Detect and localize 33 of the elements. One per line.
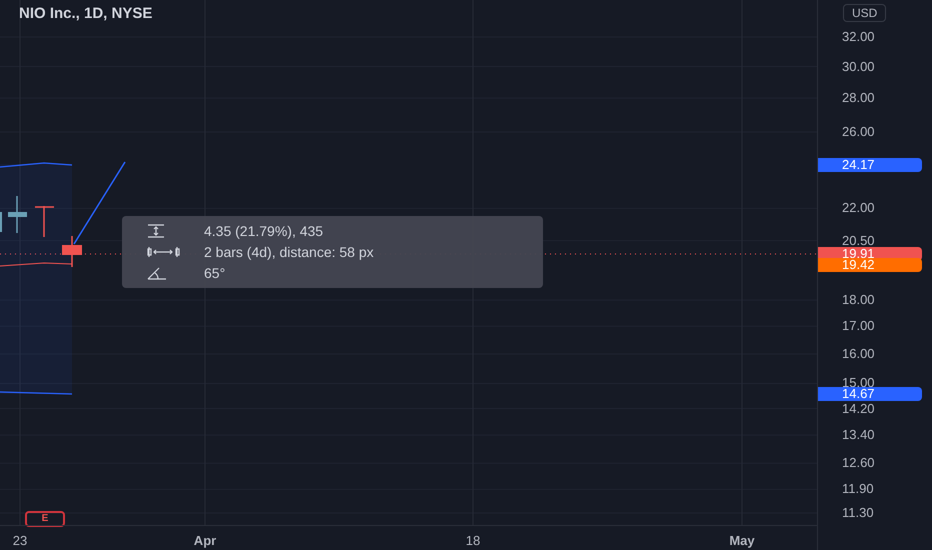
price-axis-label: 11.90 [842,481,874,498]
price-axis-label: 32.00 [842,29,875,45]
bar-range-icon [146,245,180,259]
angle-icon [146,266,168,280]
time-axis-label: 18 [466,532,480,550]
currency-badge[interactable]: USD [843,4,886,22]
candle [8,196,27,233]
trend-line[interactable] [73,162,126,244]
price-axis-label: 20.50 [842,232,875,248]
measure-text: 65° [204,264,226,282]
price-tag: 14.67 [818,386,922,401]
price-axis-label: 11.30 [842,505,874,522]
price-axis-label: 30.00 [842,58,875,74]
earnings-marker[interactable]: E [25,511,65,527]
time-axis-label: 23 [12,532,28,550]
price-tag: 24.17 [818,158,922,172]
price-tag: 19.42 [818,258,922,272]
measure-text: 2 bars (4d), distance: 58 px [204,242,374,262]
chart-title: NIO Inc., 1D, NYSE [19,4,152,24]
price-axis-label: 16.00 [842,346,875,362]
candle [35,206,54,237]
price-axis-label: 22.00 [842,200,875,216]
time-axis-label: Apr [194,532,216,550]
price-axis-label: 26.00 [842,124,875,140]
price-axis-label: 12.60 [842,455,875,472]
price-axis-label: 14.20 [842,400,875,417]
price-range-icon [146,224,166,238]
price-axis-label: 17.00 [842,318,875,334]
time-axis-label: May [729,532,755,550]
price-axis-label: 28.00 [842,90,875,106]
measure-text: 4.35 (21.79%), 435 [204,222,324,241]
price-axis-label: 13.40 [842,427,875,444]
price-axis-label: 18.00 [842,292,875,308]
